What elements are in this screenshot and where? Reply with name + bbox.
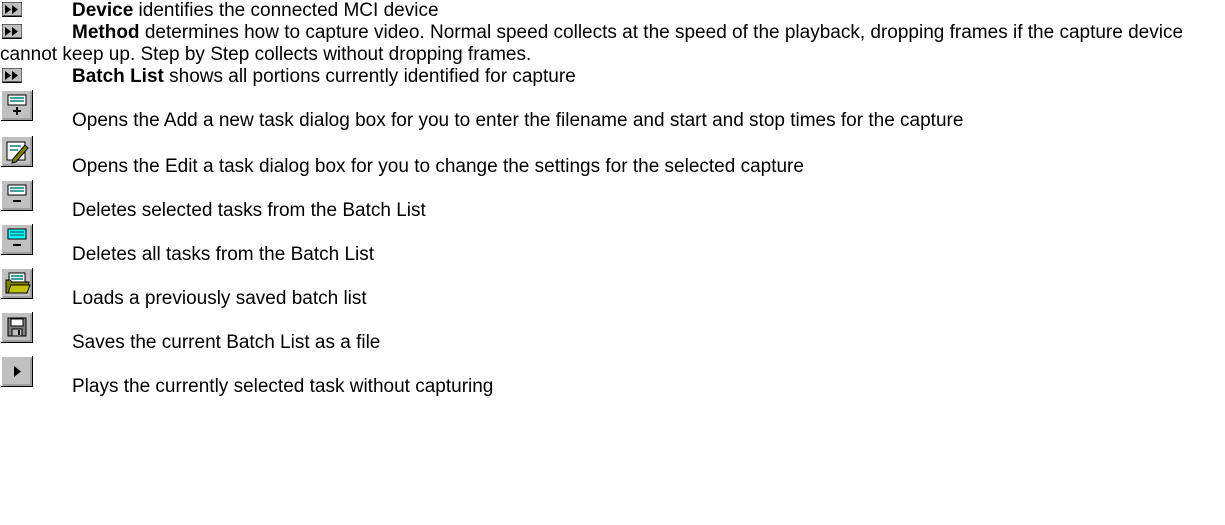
delete-all-tasks-icon[interactable] [1,224,33,255]
open-batch-list-icon[interactable] [1,268,33,299]
edit-task-icon[interactable] [1,136,33,167]
open-batch-list-entry: Loads a previously saved batch list [0,268,1225,312]
add-task-icon[interactable] [1,90,33,121]
play-task-icon[interactable] [1,356,33,387]
edit-task-entry: Opens the Edit a task dialog box for you… [0,136,1225,180]
play-task-description: Plays the currently selected task withou… [72,376,494,397]
fast-forward-bullet-icon [2,68,22,83]
delete-selected-entry: Deletes selected tasks from the Batch Li… [0,180,1225,224]
add-task-entry: Opens the Add a new task dialog box for … [0,90,1225,132]
method-description: determines how to capture video. Normal … [0,22,1184,65]
save-batch-list-entry: Saves the current Batch List as a file [0,312,1225,356]
add-task-description: Opens the Add a new task dialog box for … [72,110,964,131]
device-term: Device [72,0,134,21]
fast-forward-bullet-icon [2,24,22,39]
batch-list-term: Batch List [72,66,164,87]
method-entry: Method determines how to capture video. … [0,22,1225,66]
device-entry: Device identifies the connected MCI devi… [0,0,1225,22]
help-topic: Device identifies the connected MCI devi… [0,0,1225,400]
delete-selected-description: Deletes selected tasks from the Batch Li… [72,200,426,221]
delete-all-description: Deletes all tasks from the Batch List [72,244,375,265]
save-batch-list-description: Saves the current Batch List as a file [72,332,381,353]
delete-selected-tasks-icon[interactable] [1,180,33,211]
delete-all-entry: Deletes all tasks from the Batch List [0,224,1225,268]
method-term: Method [72,22,140,43]
batch-list-description: shows all portions currently identified … [163,66,576,87]
open-batch-list-description: Loads a previously saved batch list [72,288,367,309]
device-description: identifies the connected MCI device [133,0,439,21]
edit-task-description: Opens the Edit a task dialog box for you… [72,156,804,177]
batch-list-entry: Batch List shows all portions currently … [0,66,1225,88]
play-task-entry: Plays the currently selected task withou… [0,356,1225,400]
fast-forward-bullet-icon [2,2,22,17]
save-batch-list-icon[interactable] [1,312,33,343]
